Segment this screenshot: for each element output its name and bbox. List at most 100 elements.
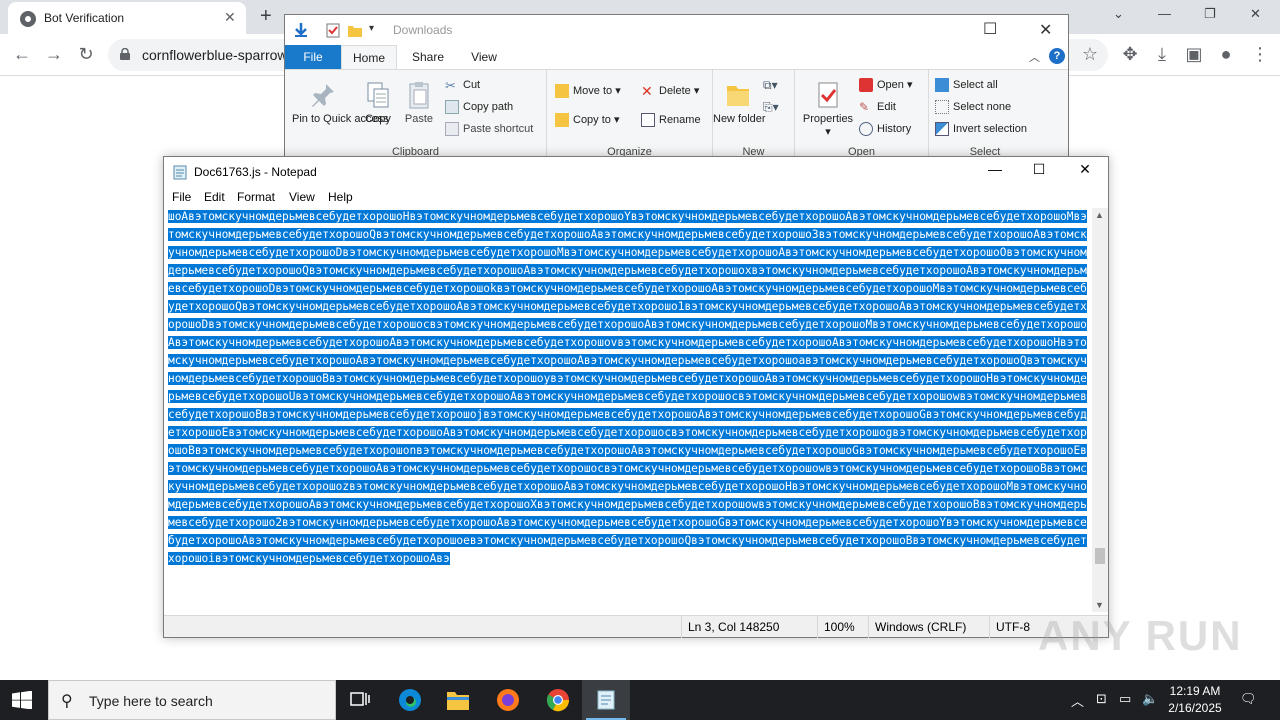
new-item-icon[interactable]: ⧉▾ xyxy=(763,78,778,93)
copy-path-button[interactable]: Copy path xyxy=(445,100,513,114)
network-icon[interactable]: ▭ xyxy=(1119,691,1131,707)
cut-button[interactable]: ✂ Cut xyxy=(445,78,480,93)
delete-button[interactable]: ✕ Delete ▾ xyxy=(641,84,699,98)
tab-file[interactable]: File xyxy=(285,45,341,69)
firefox-button[interactable] xyxy=(484,680,532,720)
explorer-titlebar: ▾ Downloads ☐ ✕ xyxy=(285,15,1068,45)
invert-selection-button[interactable]: Invert selection xyxy=(935,122,1027,136)
tab-share[interactable]: Share xyxy=(403,45,453,69)
select-none-button[interactable]: Select none xyxy=(935,100,1011,114)
explorer-title: Downloads xyxy=(393,23,453,37)
scroll-down-icon[interactable]: ▼ xyxy=(1095,600,1104,610)
notepad-maximize-icon[interactable]: ☐ xyxy=(1016,161,1062,183)
menu-edit[interactable]: Edit xyxy=(204,190,225,204)
browser-tab[interactable]: Bot Verification ✕ xyxy=(8,2,246,34)
vertical-scrollbar[interactable]: ▲ ▼ xyxy=(1092,208,1108,612)
selected-text: шоАвэтомскучномдерьмевсебудетхорошоНвэто… xyxy=(168,210,1087,565)
menu-file[interactable]: File xyxy=(172,190,191,204)
status-position: Ln 3, Col 148250 xyxy=(681,616,809,638)
copy-to-icon xyxy=(555,113,569,128)
select-group: Select all Select none Invert selection … xyxy=(929,70,1041,160)
new-tab-button[interactable]: + xyxy=(260,5,272,28)
url-text: cornflowerblue-sparrow xyxy=(142,47,288,63)
scrollbar-thumb[interactable] xyxy=(1095,548,1105,564)
rename-label: Rename xyxy=(659,113,701,126)
windows-start-icon[interactable] xyxy=(12,691,32,709)
ribbon-collapse-icon[interactable]: ︿ xyxy=(1029,49,1040,65)
delete-label: Delete xyxy=(659,85,691,97)
new-folder-button[interactable]: New folder xyxy=(713,80,766,126)
tray-app-icon[interactable]: ⊡ xyxy=(1096,691,1107,707)
select-all-button[interactable]: Select all xyxy=(935,78,998,92)
extensions-icon[interactable]: ✥ xyxy=(1120,44,1140,65)
side-panel-icon[interactable]: ▣ xyxy=(1184,44,1204,65)
copy-path-icon xyxy=(445,100,459,114)
history-button[interactable]: History xyxy=(859,122,911,136)
notepad-window: Doc61763.js - Notepad — ☐ ✕ File Edit Fo… xyxy=(163,156,1109,638)
open-group: Properties ▾ Open ▾ ✎ Edit History Open xyxy=(795,70,929,160)
minimize-button[interactable]: — xyxy=(1158,6,1171,21)
tab-home[interactable]: Home xyxy=(341,45,397,69)
edit-label: Edit xyxy=(877,100,896,113)
tray-overflow-icon[interactable]: ︿ xyxy=(1071,691,1084,710)
menu-format[interactable]: Format xyxy=(237,190,275,204)
back-icon[interactable]: ← xyxy=(12,44,32,65)
move-to-button[interactable]: Move to ▾ xyxy=(555,84,621,99)
help-icon[interactable]: ? xyxy=(1049,48,1065,64)
notepad-title: Doc61763.js - Notepad xyxy=(194,165,317,179)
pin-quick-access-button[interactable]: Pin to Quick access xyxy=(292,80,389,126)
notepad-minimize-icon[interactable]: — xyxy=(972,161,1018,183)
menu-view[interactable]: View xyxy=(289,190,315,204)
clock[interactable]: 12:19 AM 2/16/2025 xyxy=(1160,683,1230,717)
edge-button[interactable] xyxy=(386,680,434,720)
easy-access-icon[interactable]: ⎘▾ xyxy=(763,100,779,115)
edit-button[interactable]: ✎ Edit xyxy=(859,100,896,114)
scroll-up-icon[interactable]: ▲ xyxy=(1095,210,1104,220)
tab-close-icon[interactable]: ✕ xyxy=(224,9,236,26)
properties-button[interactable]: Properties ▾ xyxy=(797,80,859,139)
notepad-text-area[interactable]: шоАвэтомскучномдерьмевсебудетхорошоНвэто… xyxy=(168,208,1090,612)
forward-icon[interactable]: → xyxy=(44,44,64,65)
rename-icon xyxy=(641,113,655,127)
paste-button[interactable]: Paste xyxy=(391,80,447,126)
downloads-icon[interactable]: ⤓ xyxy=(1152,44,1172,65)
volume-icon[interactable]: 🔈 xyxy=(1142,691,1158,707)
taskbar-search[interactable]: ⚲ Type here to search xyxy=(48,680,336,720)
invert-selection-label: Invert selection xyxy=(953,122,1027,135)
tab-view[interactable]: View xyxy=(459,45,509,69)
chrome-button[interactable] xyxy=(534,680,582,720)
profile-icon[interactable]: ● xyxy=(1216,44,1236,65)
menu-help[interactable]: Help xyxy=(328,190,353,204)
properties-label: Properties xyxy=(802,113,854,125)
select-all-icon xyxy=(935,78,949,92)
reload-icon[interactable]: ↻ xyxy=(76,44,96,65)
menu-icon[interactable]: ⋮ xyxy=(1250,44,1270,65)
paste-shortcut-label: Paste shortcut xyxy=(463,122,534,135)
explorer-close-icon[interactable]: ✕ xyxy=(1039,20,1052,40)
folder-icon xyxy=(727,86,749,106)
task-view-button[interactable] xyxy=(336,680,384,720)
paste-shortcut-icon xyxy=(445,122,459,136)
explorer-maximize-icon[interactable]: ☐ xyxy=(983,19,997,39)
properties-check-icon[interactable] xyxy=(325,22,341,38)
close-button[interactable]: ✕ xyxy=(1250,6,1261,22)
notifications-icon[interactable]: 🗨 xyxy=(1240,691,1257,707)
open-button[interactable]: Open ▾ xyxy=(859,78,913,93)
file-explorer-button[interactable] xyxy=(434,680,482,720)
delete-x-icon: ✕ xyxy=(641,83,653,100)
restore-button[interactable]: ❐ xyxy=(1204,6,1216,22)
select-all-label: Select all xyxy=(953,78,998,91)
tab-title: Bot Verification xyxy=(44,11,125,25)
new-folder-icon[interactable] xyxy=(347,22,363,38)
search-placeholder: Type here to search xyxy=(89,693,213,709)
rename-button[interactable]: Rename xyxy=(641,113,701,127)
notepad-taskbar-button[interactable] xyxy=(582,680,630,720)
notepad-close-icon[interactable]: ✕ xyxy=(1062,161,1108,183)
tab-search-icon[interactable]: ⌄ xyxy=(1113,6,1124,22)
bookmark-star-icon[interactable]: ☆ xyxy=(1080,44,1100,65)
paste-shortcut-button[interactable]: Paste shortcut xyxy=(445,122,533,136)
anyrun-watermark: ANY RUN xyxy=(1038,612,1243,659)
copy-to-button[interactable]: Copy to ▾ xyxy=(555,113,620,128)
notepad-menubar: File Edit Format View Help xyxy=(164,187,1108,207)
quick-access-dropdown-icon[interactable]: ▾ xyxy=(369,23,374,34)
